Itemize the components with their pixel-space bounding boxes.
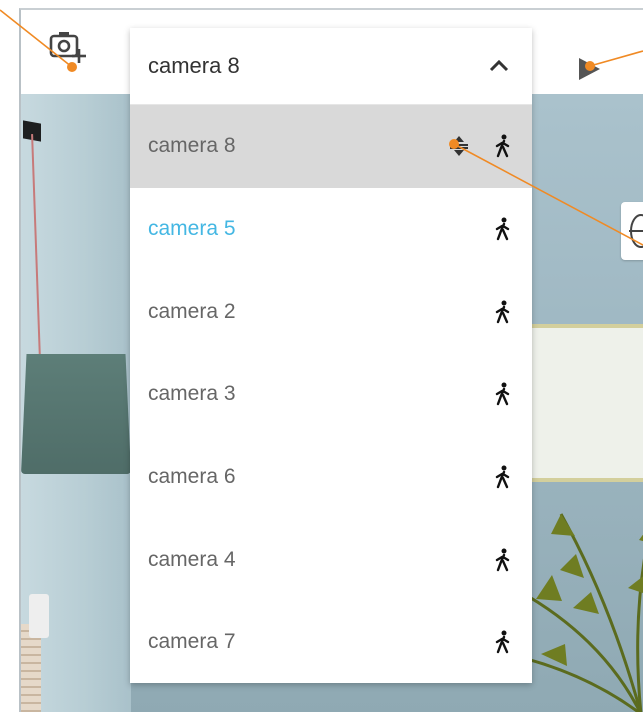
camera-list-item[interactable]: camera 2 (130, 270, 532, 353)
orbit-icon (629, 214, 643, 248)
play-icon[interactable] (576, 56, 602, 82)
camera-name: camera 2 (148, 299, 236, 323)
walk-icon[interactable] (492, 630, 514, 654)
camera-list-item[interactable]: camera 4 (130, 518, 532, 601)
walk-icon[interactable] (492, 134, 514, 158)
selected-camera: camera 8 (148, 53, 240, 78)
camera-list-item[interactable]: camera 3 (130, 353, 532, 436)
reorder-icon[interactable] (448, 135, 470, 157)
camera-add-icon[interactable] (48, 27, 86, 65)
camera-dropdown[interactable]: camera 8 camera 8 camera 5 camera 2 came… (130, 28, 532, 683)
chevron-up-icon[interactable] (488, 55, 510, 77)
scene-lamp-shade (21, 354, 131, 474)
camera-name: camera 8 (148, 134, 236, 158)
scene-picture (519, 324, 643, 482)
camera-list-item[interactable]: camera 8 (130, 105, 532, 188)
camera-name: camera 4 (148, 547, 236, 571)
walk-icon[interactable] (492, 300, 514, 324)
camera-dropdown-header[interactable]: camera 8 (130, 28, 532, 105)
walk-icon[interactable] (492, 382, 514, 406)
scene-floor-lamp (29, 594, 49, 638)
camera-name: camera 5 (148, 217, 236, 241)
walk-icon[interactable] (492, 465, 514, 489)
camera-list-item[interactable]: camera 6 (130, 436, 532, 519)
walk-icon[interactable] (492, 548, 514, 572)
orbit-control[interactable] (621, 202, 643, 260)
walk-icon[interactable] (492, 217, 514, 241)
camera-name: camera 6 (148, 465, 236, 489)
camera-name: camera 7 (148, 630, 236, 654)
camera-list: camera 8 camera 5 camera 2 camera 3 came… (130, 105, 532, 684)
camera-name: camera 3 (148, 382, 236, 406)
camera-list-item[interactable]: camera 7 (130, 601, 532, 684)
camera-list-item[interactable]: camera 5 (130, 188, 532, 271)
